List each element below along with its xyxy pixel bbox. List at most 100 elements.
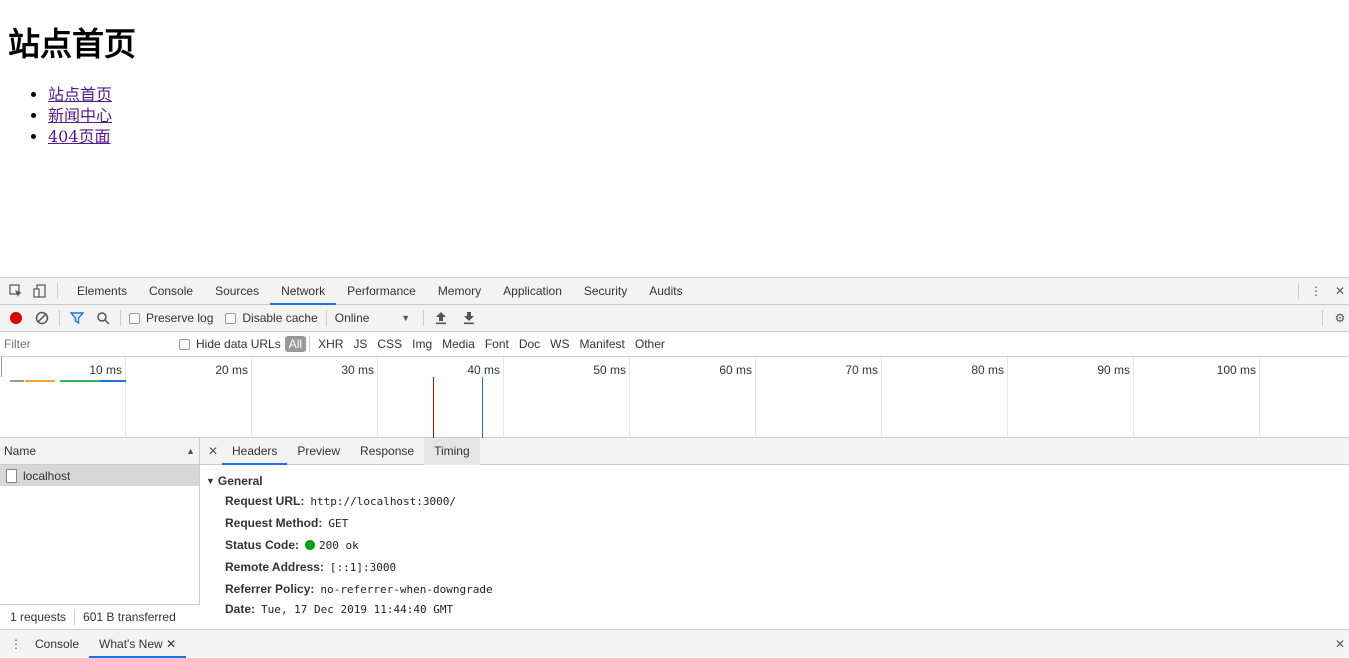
link-news[interactable]: 新闻中心 [48, 106, 112, 125]
timeline-column: 60 ms [630, 357, 756, 438]
chevron-down-icon[interactable]: ▼ [397, 309, 415, 327]
timing-bar-waiting [60, 380, 100, 382]
throttle-select[interactable]: Online [335, 311, 397, 325]
disable-cache-checkbox[interactable] [225, 312, 237, 324]
divider [422, 310, 424, 326]
filter-type-all[interactable]: All [284, 336, 307, 352]
header-value: no-referrer-when-downgrade [320, 582, 493, 596]
drawer-tab-console[interactable]: Console [25, 630, 89, 658]
search-icon[interactable] [94, 309, 112, 327]
timing-bar-stalled [10, 380, 24, 382]
divider [325, 310, 327, 326]
header-key: Request Method: [225, 516, 323, 530]
filter-icon[interactable] [68, 309, 86, 327]
tab-audits[interactable]: Audits [638, 278, 693, 305]
filter-type-xhr[interactable]: XHR [313, 337, 348, 351]
request-list-header[interactable]: Name ▲ [0, 438, 199, 465]
filter-input[interactable] [4, 335, 169, 353]
header-row-status-code: Status Code: 200 ok [225, 534, 1349, 556]
filter-type-img[interactable]: Img [407, 337, 437, 351]
tab-sources[interactable]: Sources [204, 278, 270, 305]
tab-network[interactable]: Network [270, 278, 337, 305]
request-name[interactable]: localhost [23, 469, 70, 483]
tab-console[interactable]: Console [138, 278, 204, 305]
divider [57, 283, 58, 299]
export-har-icon[interactable] [460, 309, 478, 327]
divider [59, 310, 60, 326]
header-value: 200 ok [319, 538, 359, 552]
tick-label: 50 ms [593, 363, 626, 377]
divider [74, 609, 76, 625]
hide-data-urls-checkbox[interactable] [179, 338, 190, 350]
header-value: Tue, 17 Dec 2019 11:44:40 GMT [261, 602, 454, 616]
tick-label: 20 ms [215, 363, 248, 377]
close-devtools-icon[interactable]: ✕ [1331, 282, 1349, 300]
header-key: Remote Address: [225, 560, 324, 574]
header-row-remote-address: Remote Address: [::1]:3000 [225, 556, 1349, 578]
header-key: Referrer Policy: [225, 582, 315, 596]
close-drawer-icon[interactable]: ✕ [1331, 635, 1349, 653]
header-value: [::1]:3000 [329, 560, 397, 574]
column-name-header[interactable]: Name [4, 444, 36, 458]
tab-performance[interactable]: Performance [336, 278, 427, 305]
request-count: 1 requests [10, 610, 67, 624]
filter-type-other[interactable]: Other [630, 337, 670, 351]
devtools-drawer: ⋮ Console What's New ✕ ✕ [0, 629, 1349, 658]
timeline-overview[interactable]: 10 ms 20 ms 30 ms 40 ms 50 ms 60 ms 70 m… [0, 357, 1349, 438]
tab-elements[interactable]: Elements [66, 278, 138, 305]
link-home[interactable]: 站点首页 [48, 85, 112, 104]
general-section-header[interactable]: ▼ General [206, 474, 1349, 488]
gear-icon[interactable]: ⚙ [1331, 309, 1349, 327]
tab-memory[interactable]: Memory [427, 278, 492, 305]
tab-headers[interactable]: Headers [222, 438, 288, 465]
filter-type-ws[interactable]: WS [545, 337, 574, 351]
inspect-element-icon[interactable] [7, 282, 25, 300]
import-har-icon[interactable] [432, 309, 450, 327]
header-key: Request URL: [225, 494, 305, 508]
tab-application[interactable]: Application [492, 278, 573, 305]
tab-timing[interactable]: Timing [424, 437, 480, 465]
tick-label: 60 ms [719, 363, 752, 377]
filter-type-manifest[interactable]: Manifest [575, 337, 630, 351]
timing-bar-download [100, 380, 126, 382]
list-item: 新闻中心 [48, 105, 1341, 126]
preserve-log-checkbox[interactable] [129, 312, 140, 324]
drawer-tab-whats-new[interactable]: What's New ✕ [89, 630, 187, 658]
timeline-column: 50 ms [504, 357, 630, 438]
filter-type-font[interactable]: Font [480, 337, 514, 351]
status-ok-icon [305, 540, 316, 550]
filter-type-css[interactable]: CSS [372, 337, 407, 351]
hide-data-urls-label: Hide data URLs [196, 337, 281, 351]
timeline-column: 100 ms [1134, 357, 1260, 438]
drawer-menu-icon[interactable]: ⋮ [7, 635, 25, 653]
preserve-log-label: Preserve log [146, 311, 214, 325]
timeline-column: 80 ms [882, 357, 1008, 438]
tick-label: 100 ms [1216, 363, 1256, 377]
header-row-request-url: Request URL: http://localhost:3000/ [225, 490, 1349, 512]
clear-icon[interactable] [33, 309, 51, 327]
close-icon[interactable]: ✕ [204, 442, 222, 460]
divider [120, 310, 121, 326]
tab-preview[interactable]: Preview [287, 438, 350, 465]
tab-security[interactable]: Security [573, 278, 638, 305]
tab-response[interactable]: Response [350, 438, 424, 465]
device-toolbar-icon[interactable] [31, 282, 49, 300]
filter-type-doc[interactable]: Doc [514, 337, 545, 351]
table-row[interactable]: localhost [0, 465, 199, 486]
request-list: Name ▲ localhost [0, 438, 200, 629]
header-value: http://localhost:3000/ [310, 494, 457, 508]
divider [1298, 283, 1299, 299]
timeline-column: 10 ms [0, 357, 126, 438]
link-404[interactable]: 404页面 [48, 127, 111, 146]
timing-bar-connect [25, 380, 55, 382]
load-event-marker [433, 377, 434, 438]
close-tab-icon[interactable]: ✕ [166, 637, 176, 651]
request-details: ✕ Headers Preview Response Timing ▼ Gene… [200, 437, 1349, 629]
filter-type-media[interactable]: Media [437, 337, 480, 351]
document-icon [6, 468, 17, 483]
sort-ascending-icon[interactable]: ▲ [186, 446, 195, 456]
filter-type-js[interactable]: JS [348, 337, 372, 351]
header-key: Status Code: [225, 538, 300, 552]
more-options-icon[interactable]: ⋮ [1307, 282, 1325, 300]
record-icon[interactable] [7, 309, 25, 327]
